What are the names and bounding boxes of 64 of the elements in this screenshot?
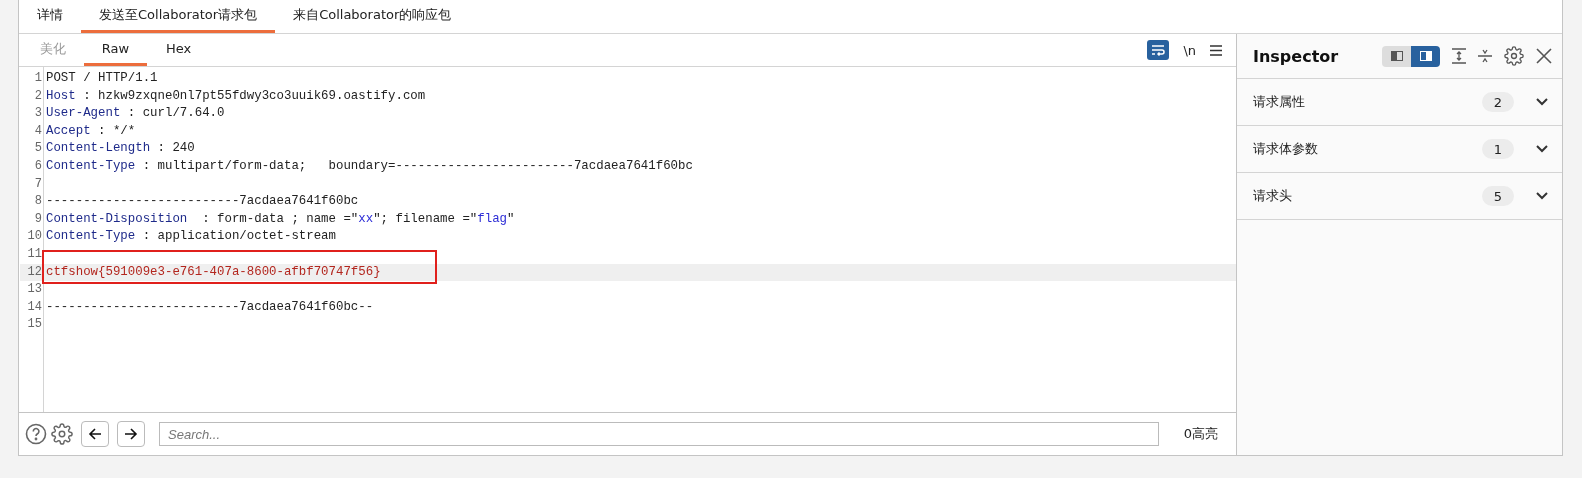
code-line: Content-Type : application/octet-stream (46, 228, 336, 246)
count-badge: 2 (1482, 92, 1514, 112)
inspector-section[interactable]: 请求属性 2 (1237, 79, 1562, 126)
chevron-icon[interactable] (1536, 192, 1548, 200)
settings-icon[interactable] (51, 423, 73, 445)
tab[interactable]: 详情 (19, 0, 81, 33)
forward-button[interactable] (117, 421, 145, 447)
inspector-section[interactable]: 请求头 5 (1237, 173, 1562, 220)
newline-toggle[interactable]: \n (1183, 42, 1196, 58)
chevron-icon[interactable] (1536, 145, 1548, 153)
inspector-title: Inspector (1253, 46, 1340, 66)
highlight-count: 0高亮 (1183, 425, 1219, 443)
wrap-lines-button[interactable] (1147, 40, 1170, 60)
line-number: 9 (33, 210, 43, 228)
view-tab[interactable]: Hex (147, 34, 210, 66)
line-number: 6 (33, 157, 43, 175)
code-line: POST / HTTP/1.1 (46, 70, 158, 87)
collapse-icon[interactable] (1478, 48, 1492, 64)
arrow-left-icon (88, 427, 102, 441)
code-line: Accept : */* (46, 122, 136, 140)
line-number: 8 (33, 193, 43, 211)
line-number: 10 (26, 228, 43, 246)
line-number: 11 (26, 245, 43, 263)
layout-toggle-button[interactable] (1411, 45, 1440, 67)
expand-icon[interactable] (1452, 48, 1466, 64)
tab[interactable]: 发送至Collaborator请求包 (81, 0, 276, 33)
wrap-icon (1151, 44, 1166, 56)
code-line: User-Agent : curl/7.64.0 (46, 105, 225, 123)
inspector-section[interactable]: 请求体参数 1 (1237, 126, 1562, 173)
code-line: ctfshow{591009e3-e761-407a-8600-afbf70747f56} (46, 263, 381, 281)
help-icon[interactable] (25, 423, 47, 445)
code-line: Host : hzkw9zxqne0nl7pt55fdwy3co3uuik69.oastify.com (46, 87, 426, 105)
arrow-right-icon (124, 427, 138, 441)
line-number: 14 (26, 298, 43, 316)
line-number: 12 (26, 263, 43, 281)
line-number: 1 (33, 70, 43, 87)
line-number: 5 (33, 140, 43, 158)
count-badge: 1 (1482, 139, 1514, 159)
section-label: 请求属性 (1253, 93, 1306, 111)
code-line: --------------------------7acdaea7641f60bc (46, 193, 359, 211)
settings-icon[interactable] (1504, 46, 1524, 66)
code-line: Content-Type : multipart/form-data; boundary=------------------------7acdaea7641f60bc (46, 157, 693, 175)
code-line: --------------------------7acdaea7641f60bc-- (46, 298, 374, 316)
code-line: Content-Length : 240 (46, 140, 195, 158)
count-badge: 5 (1482, 186, 1514, 206)
line-number: 15 (26, 316, 43, 334)
line-number: 2 (33, 87, 43, 105)
panel-layout-icon (1419, 51, 1432, 61)
chevron-icon[interactable] (1536, 98, 1548, 106)
line-number: 13 (26, 281, 43, 299)
section-label: 请求头 (1253, 187, 1293, 205)
panel-layout-icon (1390, 51, 1403, 61)
back-button[interactable] (81, 421, 109, 447)
menu-icon[interactable] (1210, 44, 1222, 56)
section-label: 请求体参数 (1253, 140, 1319, 158)
line-number: 7 (33, 175, 43, 193)
search-field[interactable]: Search... (159, 422, 1159, 446)
close-icon[interactable] (1536, 48, 1552, 64)
line-number: 4 (33, 122, 43, 140)
line-number: 3 (33, 105, 43, 123)
code-line: Content-Disposition : form-data ; name ="xx"; filename ="flag" (46, 210, 515, 228)
view-tab[interactable]: Raw (84, 34, 147, 66)
tab[interactable]: 来自Collaborator的响应包 (275, 0, 470, 33)
layout-toggle-button[interactable] (1382, 45, 1411, 67)
